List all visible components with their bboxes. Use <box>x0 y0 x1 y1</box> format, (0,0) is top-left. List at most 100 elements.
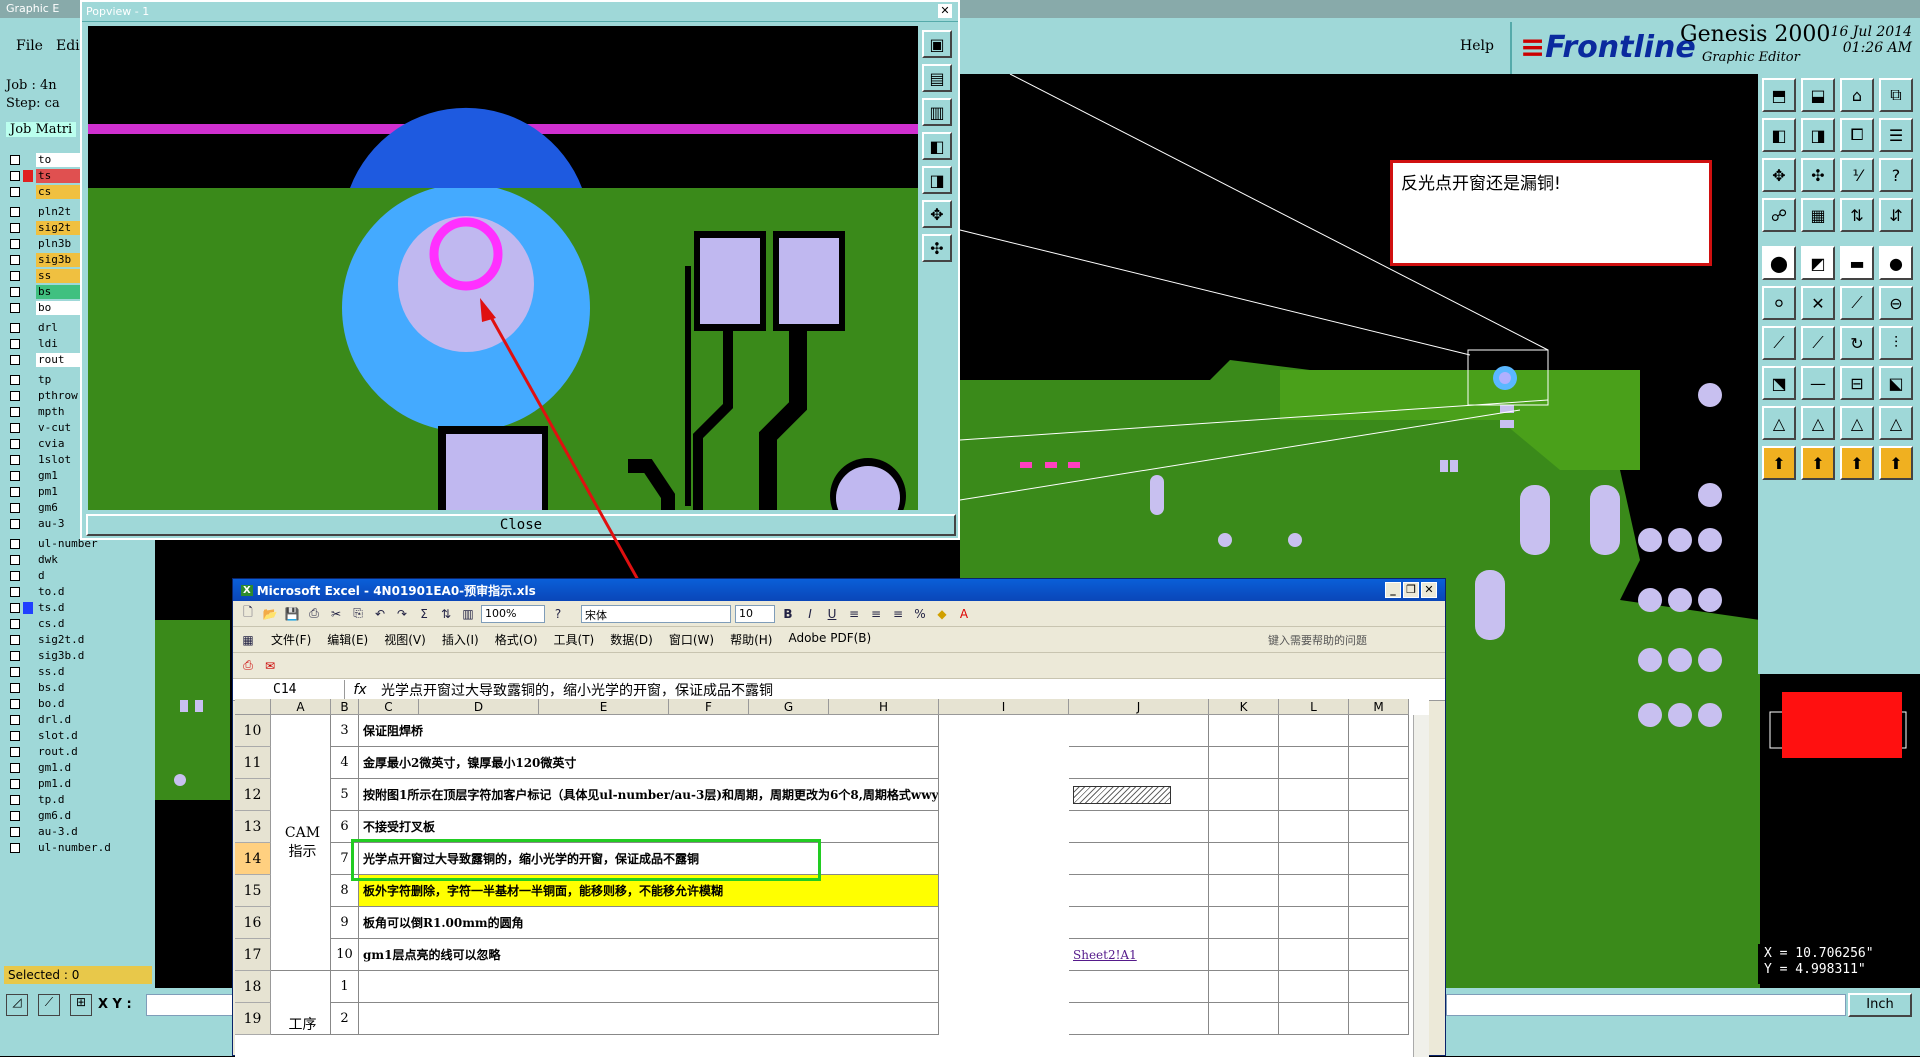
item-number-cell[interactable]: 7 <box>331 843 359 875</box>
row-header[interactable]: 14 <box>235 843 271 875</box>
layer-checkbox[interactable] <box>10 391 20 401</box>
sort-icon[interactable]: ⇅ <box>437 605 455 623</box>
item-number-cell[interactable]: 3 <box>331 715 359 747</box>
layer-item[interactable]: bo.d <box>6 696 124 712</box>
empty-cell[interactable] <box>1279 715 1349 747</box>
cut-icon[interactable]: ✂ <box>327 605 345 623</box>
xy-input[interactable] <box>146 994 236 1016</box>
row-header[interactable]: 13 <box>235 811 271 843</box>
layer-checkbox[interactable] <box>10 155 20 165</box>
center-icon[interactable]: ✣ <box>922 234 952 262</box>
center-icon[interactable]: ✣ <box>1801 158 1835 192</box>
layer-checkbox[interactable] <box>10 779 20 789</box>
column-header[interactable]: M <box>1349 699 1409 715</box>
layer-checkbox[interactable] <box>10 187 20 197</box>
name-box[interactable]: C14 <box>233 679 345 700</box>
fit-icon[interactable]: ✥ <box>1762 158 1796 192</box>
item-number-cell[interactable]: 5 <box>331 779 359 811</box>
vertical-scrollbar[interactable] <box>1413 715 1429 1057</box>
dash-icon[interactable]: — <box>1801 366 1835 400</box>
layer-checkbox[interactable] <box>10 699 20 709</box>
layer-item[interactable]: sig3b.d <box>6 648 124 664</box>
copy-icon[interactable]: ⧉ <box>1879 78 1913 112</box>
column-j-cell[interactable] <box>1069 843 1209 875</box>
empty-cell[interactable] <box>1279 971 1349 1003</box>
empty-cell[interactable] <box>1349 939 1409 971</box>
zoom-fit-icon[interactable]: ▣ <box>922 30 952 58</box>
chart-icon[interactable]: ▥ <box>459 605 477 623</box>
instruction-cell[interactable]: 按附图1所示在顶层字符加客户标记（具体见ul-number/au-3层)和周期，… <box>359 779 939 811</box>
unit-button[interactable]: Inch <box>1848 993 1912 1017</box>
layer-checkbox[interactable] <box>10 715 20 725</box>
menu-help[interactable]: Help <box>1460 38 1494 54</box>
minimize-icon[interactable]: _ <box>1385 582 1401 598</box>
excel-menu-item[interactable]: 插入(I) <box>442 631 479 648</box>
empty-cell[interactable] <box>1209 939 1279 971</box>
grid-icon[interactable]: ⊞ <box>70 994 92 1016</box>
layer-checkbox[interactable] <box>10 407 20 417</box>
corner-icon[interactable]: ⬔ <box>1762 366 1796 400</box>
item-number-cell[interactable]: 2 <box>331 1003 359 1035</box>
shape4-icon[interactable]: △ <box>1879 406 1913 440</box>
row-header[interactable]: 18 <box>235 971 271 1003</box>
help-search-input[interactable]: 键入需要帮助的问题 <box>1265 631 1445 649</box>
item-number-cell[interactable]: 1 <box>331 971 359 1003</box>
empty-cell[interactable] <box>1209 907 1279 939</box>
measure-icon[interactable]: ⟋ <box>38 994 60 1016</box>
layer-checkbox[interactable] <box>10 239 20 249</box>
pan-right-icon[interactable]: ◨ <box>922 166 952 194</box>
item-number-cell[interactable]: 4 <box>331 747 359 779</box>
column-header[interactable]: F <box>669 699 749 715</box>
empty-cell[interactable] <box>1209 811 1279 843</box>
instruction-cell[interactable]: 板外字符删除，字符一半基材一半铜面，能移则移，不能移允许模糊 <box>359 875 939 907</box>
embedded-image[interactable] <box>1073 785 1171 804</box>
column-j-cell[interactable] <box>1069 779 1209 811</box>
mirror-icon[interactable]: ⧠ <box>1840 118 1874 152</box>
popview-canvas[interactable] <box>88 26 918 510</box>
layer-item[interactable]: pm1.d <box>6 776 124 792</box>
layer-item[interactable]: bs.d <box>6 680 124 696</box>
layer-checkbox[interactable] <box>10 171 20 181</box>
zoom-select[interactable]: 100% <box>481 604 545 623</box>
excel-menu-item[interactable]: 工具(T) <box>554 631 595 648</box>
layer-checkbox[interactable] <box>10 471 20 481</box>
layer-checkbox[interactable] <box>10 207 20 217</box>
excel-menu-item[interactable]: 数据(D) <box>610 631 653 648</box>
command-input[interactable] <box>1446 994 1846 1016</box>
layer-item[interactable]: ul-number.d <box>6 840 124 856</box>
bold-icon[interactable]: B <box>779 605 797 623</box>
left-icon[interactable]: ◧ <box>1762 118 1796 152</box>
layer-checkbox[interactable] <box>10 587 20 597</box>
job-matrix-button[interactable]: Job Matri <box>6 122 77 137</box>
column-j-cell[interactable] <box>1069 715 1209 747</box>
column-header[interactable]: I <box>939 699 1069 715</box>
right-icon[interactable]: ◨ <box>1801 118 1835 152</box>
empty-cell[interactable] <box>1209 843 1279 875</box>
flip-v-icon[interactable]: ⇅ <box>1840 198 1874 232</box>
layer-checkbox[interactable] <box>10 439 20 449</box>
layer-checkbox[interactable] <box>10 503 20 513</box>
align-center-icon[interactable]: ≡ <box>867 605 885 623</box>
layer-checkbox[interactable] <box>10 339 20 349</box>
list-icon[interactable]: ☰ <box>1879 118 1913 152</box>
slash-icon[interactable]: ⟋ <box>1840 286 1874 320</box>
new-icon[interactable]: 🗋 <box>239 605 257 623</box>
column-header[interactable]: H <box>829 699 939 715</box>
layer-checkbox[interactable] <box>10 683 20 693</box>
area-icon[interactable]: ⬕ <box>1879 366 1913 400</box>
layer-item[interactable]: gm1.d <box>6 760 124 776</box>
align-right-icon[interactable]: ≡ <box>889 605 907 623</box>
layer-item[interactable]: au-3.d <box>6 824 124 840</box>
layer-item[interactable]: drl.d <box>6 712 124 728</box>
maximize-icon[interactable]: ❐ <box>1403 582 1419 598</box>
empty-cell[interactable] <box>1279 779 1349 811</box>
move-up-icon[interactable]: ⬒ <box>1762 78 1796 112</box>
help-icon[interactable]: ? <box>1879 158 1913 192</box>
excel-menu-item[interactable]: 视图(V) <box>384 631 426 648</box>
underline-icon[interactable]: U <box>823 605 841 623</box>
pdf-mail-icon[interactable]: ✉ <box>261 657 279 675</box>
empty-cell[interactable] <box>1209 779 1279 811</box>
layer-checkbox[interactable] <box>10 555 20 565</box>
column-j-cell[interactable] <box>1069 907 1209 939</box>
column-header[interactable]: C <box>359 699 419 715</box>
